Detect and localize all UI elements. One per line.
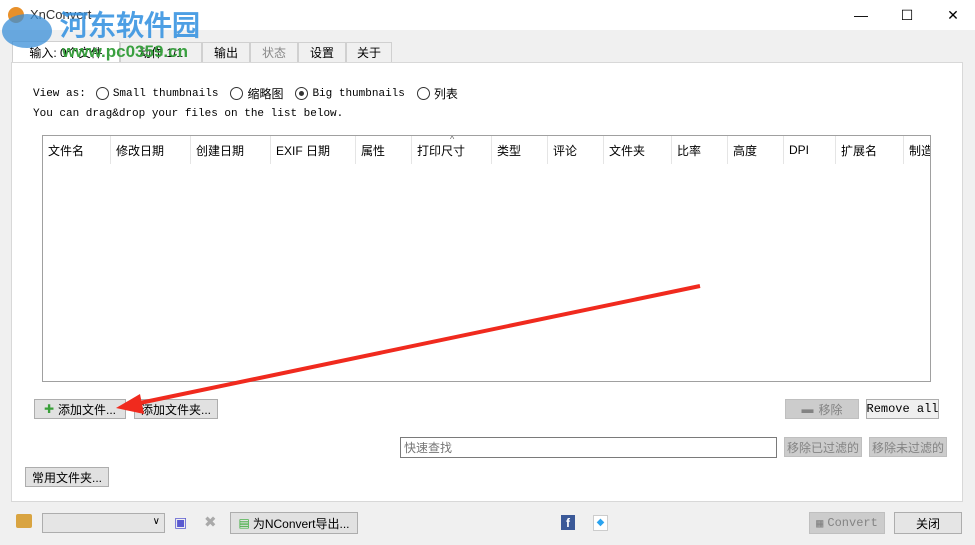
column-header[interactable]: DPI	[784, 136, 836, 164]
column-header[interactable]: EXIF 日期	[271, 136, 356, 164]
convert-label: Convert	[827, 516, 878, 530]
export-icon: ▤	[238, 516, 250, 530]
remove-filtered-button[interactable]: 移除已过滤的	[784, 437, 862, 457]
column-header[interactable]: 高度	[728, 136, 784, 164]
minimize-button[interactable]: —	[838, 0, 884, 30]
column-header[interactable]: 扩展名	[836, 136, 904, 164]
column-header[interactable]: 文件名	[43, 136, 111, 164]
add-folder-button[interactable]: 添加文件夹...	[134, 399, 218, 419]
radio-big-thumbnails[interactable]	[295, 87, 309, 100]
radio-label: 列表	[433, 88, 458, 102]
remove-all-button[interactable]: Remove all	[866, 399, 939, 419]
preset-select[interactable]: ∨	[42, 513, 165, 533]
radio-list[interactable]	[416, 87, 430, 100]
column-header[interactable]: 评论	[548, 136, 604, 164]
remove-button[interactable]: ▬ 移除	[785, 399, 859, 419]
column-header[interactable]: 制造	[904, 136, 930, 164]
remove-unfiltered-button[interactable]: 移除未过滤的	[869, 437, 947, 457]
tab-status[interactable]: 状态	[250, 42, 298, 62]
radio-thumbnails[interactable]	[230, 87, 244, 100]
column-header[interactable]: 类型	[492, 136, 548, 164]
maximize-button[interactable]: ☐	[884, 0, 930, 30]
column-header[interactable]: 文件夹	[604, 136, 672, 164]
column-header[interactable]: 属性	[356, 136, 412, 164]
minus-icon: ▬	[801, 402, 814, 416]
favorite-folders-button[interactable]: 常用文件夹...	[25, 467, 109, 487]
app-logo-icon	[8, 7, 24, 23]
load-settings-icon[interactable]	[16, 514, 32, 528]
tab-output[interactable]: 输出	[202, 42, 250, 62]
column-header[interactable]: 创建日期	[191, 136, 271, 164]
tab-about[interactable]: 关于	[346, 42, 392, 62]
column-header[interactable]: 打印尺寸	[412, 136, 492, 164]
save-icon[interactable]: ▣	[174, 514, 187, 531]
radio-label: Big thumbnails	[312, 87, 405, 100]
radio-small-thumbnails[interactable]	[95, 87, 109, 100]
tab-actions[interactable]: 动作 1/1	[120, 42, 202, 62]
convert-icon: ▦	[816, 516, 824, 531]
plus-icon: ✚	[43, 402, 55, 416]
radio-label: 缩略图	[247, 88, 284, 102]
convert-button[interactable]: ▦ Convert	[809, 512, 885, 534]
delete-icon[interactable]: ✖	[204, 513, 217, 531]
column-header[interactable]: 比率	[672, 136, 728, 164]
window-title: XnConvert	[30, 7, 92, 22]
export-nconvert-button[interactable]: ▤ 为NConvert导出...	[230, 512, 358, 534]
drag-drop-hint: You can drag&drop your files on the list…	[33, 108, 344, 120]
title-bar: XnConvert — ☐ ✕	[0, 0, 975, 30]
view-as-group: View as: Small thumbnails 缩略图 Big thumbn…	[33, 85, 458, 102]
close-window-button[interactable]: ✕	[930, 0, 975, 30]
file-list[interactable]: ^ 文件名 修改日期 创建日期 EXIF 日期 属性 打印尺寸 类型 评论 文件夹 比率 高度 DPI…	[42, 135, 931, 382]
tab-input[interactable]: 输入: 0个文件	[12, 41, 120, 63]
export-label: 为NConvert导出...	[252, 516, 350, 531]
tab-settings[interactable]: 设置	[298, 42, 346, 62]
add-files-label: 添加文件...	[58, 402, 117, 417]
radio-label: Small thumbnails	[112, 87, 219, 100]
close-button[interactable]: 关闭	[894, 512, 962, 534]
column-header[interactable]: 修改日期	[111, 136, 191, 164]
remove-label: 移除	[818, 402, 843, 417]
view-as-label: View as:	[33, 87, 86, 100]
twitter-icon[interactable]: ◆	[593, 515, 608, 531]
add-files-button[interactable]: ✚ 添加文件...	[34, 399, 126, 419]
quick-search-input[interactable]	[400, 437, 777, 458]
facebook-icon[interactable]: f	[561, 515, 575, 530]
chevron-down-icon: ∨	[152, 516, 160, 527]
